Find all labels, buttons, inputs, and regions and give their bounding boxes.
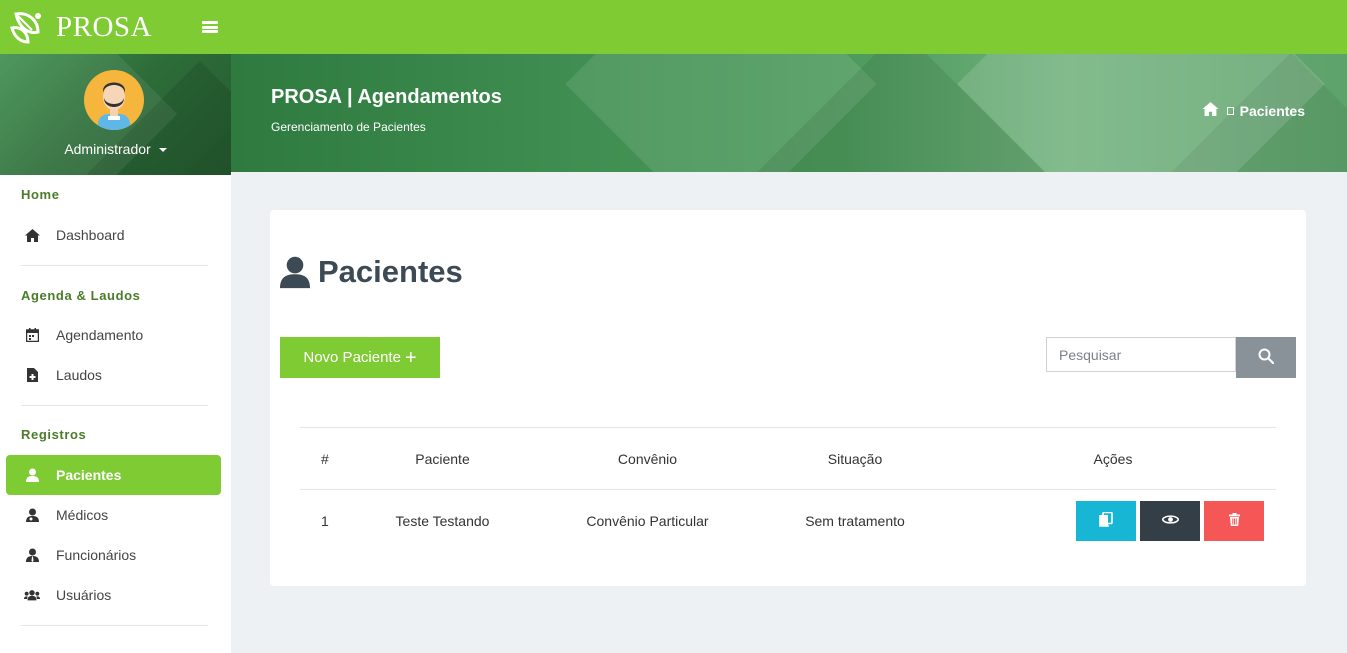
cell-paciente: Teste Testando — [395, 512, 490, 529]
trash-icon — [1228, 512, 1240, 529]
sidebar-item-medicos[interactable]: Médicos — [0, 495, 231, 535]
sidebar-item-laudos[interactable]: Laudos — [0, 355, 231, 395]
sidebar: Administrador Home Dashboard Agenda & La… — [0, 54, 231, 653]
header-subtitle: Gerenciamento de Pacientes — [271, 120, 426, 134]
copy-icon — [1099, 511, 1113, 530]
calendar-icon — [24, 327, 40, 343]
nav-section-home: Home — [21, 187, 60, 202]
page-title: Pacientes — [280, 254, 463, 290]
sidebar-item-label: Agendamento — [56, 327, 144, 343]
nav-section-registros: Registros — [21, 427, 87, 442]
new-patient-button[interactable]: Novo Paciente + — [280, 337, 440, 378]
sidebar-item-usuarios[interactable]: Usuários — [0, 575, 231, 615]
doctor-icon — [24, 507, 40, 523]
sidebar-item-label: Funcionários — [56, 547, 137, 563]
col-header-situacao: Situação — [827, 450, 883, 467]
sidebar-item-agendamento[interactable]: Agendamento — [0, 315, 231, 355]
sidebar-item-dashboard[interactable]: Dashboard — [0, 215, 231, 255]
profile-panel: Administrador — [0, 54, 231, 175]
sidebar-item-funcionarios[interactable]: Funcionários — [0, 535, 231, 575]
search-icon — [1258, 348, 1275, 367]
users-icon — [24, 587, 40, 603]
avatar[interactable] — [84, 70, 144, 130]
home-icon — [24, 227, 40, 243]
app-name: PROSA — [56, 10, 152, 43]
breadcrumb-current: Pacientes — [1239, 102, 1305, 119]
sidebar-item-label: Dashboard — [56, 227, 125, 243]
patients-card: Pacientes Novo Paciente + # Paciente Con… — [270, 210, 1306, 586]
sidebar-item-label: Laudos — [56, 367, 102, 383]
table-row: 1 Teste Testando Convênio Particular Sem… — [300, 490, 1276, 552]
view-button[interactable] — [1140, 500, 1200, 541]
header-title: PROSA | Agendamentos — [271, 86, 502, 108]
col-header-id: # — [321, 450, 329, 467]
divider — [21, 625, 208, 626]
app-logo[interactable]: PROSA — [0, 8, 190, 46]
search-button[interactable] — [1236, 337, 1296, 378]
file-medical-icon — [24, 367, 40, 383]
sidebar-item-label: Pacientes — [56, 467, 122, 483]
sidebar-item-label: Usuários — [56, 587, 112, 603]
copy-button[interactable] — [1076, 500, 1136, 541]
cell-id: 1 — [321, 512, 329, 529]
new-patient-label: Novo Paciente — [303, 349, 401, 366]
profile-name: Administrador — [64, 141, 151, 157]
user-icon — [280, 255, 310, 289]
sidebar-item-label: Médicos — [56, 507, 109, 523]
sidebar-item-pacientes[interactable]: Pacientes — [6, 455, 221, 495]
breadcrumb-separator — [1226, 106, 1234, 115]
col-header-acoes: Ações — [1093, 450, 1133, 467]
top-bar: PROSA — [0, 0, 1347, 54]
cell-actions — [950, 490, 1276, 552]
search-input[interactable] — [1046, 337, 1236, 372]
col-header-paciente: Paciente — [415, 450, 470, 467]
table-header-row: # Paciente Convênio Situação Ações — [300, 427, 1276, 490]
page-header-banner: PROSA | Agendamentos Gerenciamento de Pa… — [231, 54, 1347, 172]
user-tie-icon — [24, 547, 40, 563]
delete-button[interactable] — [1204, 500, 1264, 541]
nav-section-agenda: Agenda & Laudos — [21, 288, 141, 303]
page-title-text: Pacientes — [318, 254, 463, 289]
col-header-convenio: Convênio — [617, 450, 678, 467]
cell-situacao: Sem tratamento — [805, 512, 905, 529]
user-icon — [24, 467, 40, 483]
menu-toggle-icon[interactable] — [202, 20, 218, 34]
plus-icon: + — [404, 346, 417, 369]
breadcrumb: Pacientes — [1202, 102, 1305, 119]
profile-dropdown[interactable]: Administrador — [0, 141, 231, 157]
cell-convenio: Convênio Particular — [586, 512, 709, 529]
eye-icon — [1161, 513, 1179, 528]
patients-table: # Paciente Convênio Situação Ações 1 Tes… — [300, 427, 1276, 552]
leaf-logo-icon — [8, 8, 46, 46]
caret-down-icon — [158, 148, 167, 153]
home-icon[interactable] — [1202, 102, 1219, 119]
